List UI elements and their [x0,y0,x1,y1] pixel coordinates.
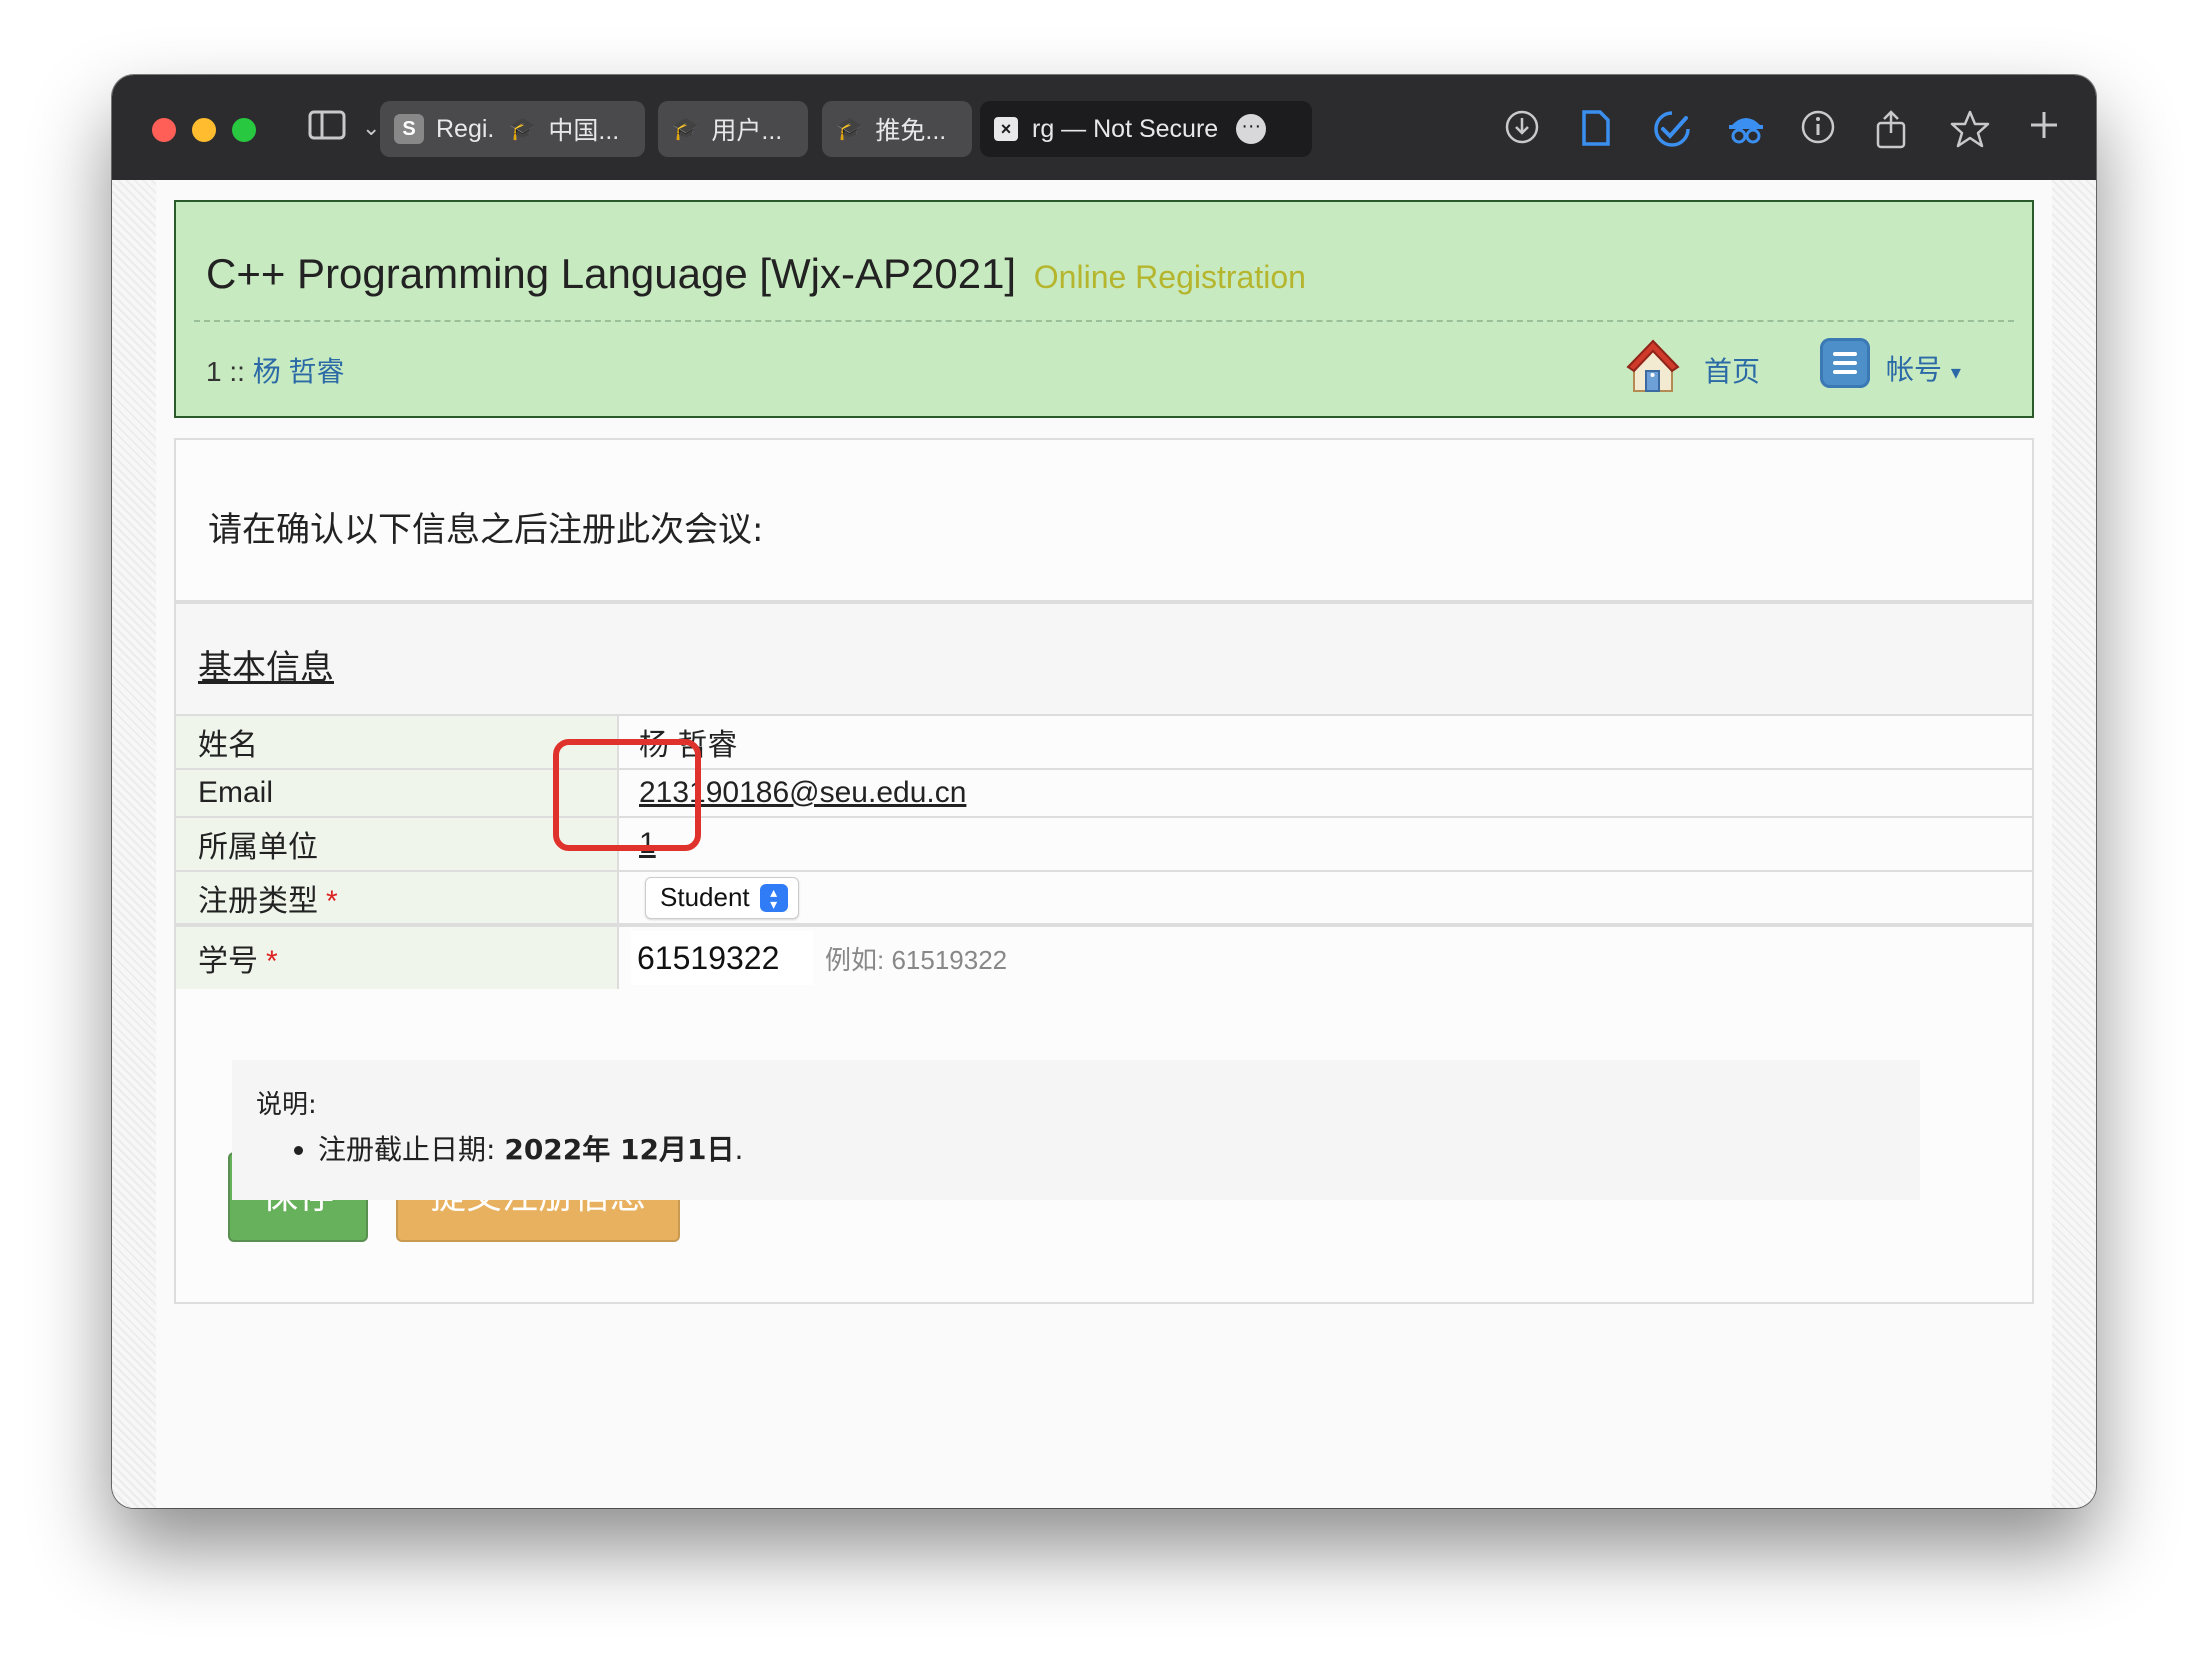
student-id-input[interactable]: 61519322 [631,931,813,985]
notes-title: 说明: [256,1090,317,1120]
table-row: 所属单位 1 [176,816,2032,871]
user-separator: :: [221,356,253,387]
browser-window: ⌄ S Regi... 🎓 中国... 🎓 用户... 🎓 推免... × rg… [112,75,2096,1508]
list-item: 注册截止日期: 2022年 12月1日. [318,1130,743,1170]
tab-active-not-secure[interactable]: × rg — Not Secure ··· [980,101,1312,157]
page-subtitle: Online Registration [1033,259,1306,295]
star-bookmark-icon[interactable] [1950,109,1990,160]
tab-zhongguo[interactable]: 🎓 中国... [495,101,645,157]
extension-spy-icon[interactable] [1726,109,1766,160]
notes-panel: 说明: 注册截止日期: 2022年 12月1日. [232,1060,1920,1200]
close-x-favicon-icon: × [994,117,1018,141]
student-id-example: 例如: 61519322 [825,945,1008,975]
more-options-icon[interactable]: ··· [1236,114,1267,144]
reg-type-label: 注册类型 * [176,870,619,925]
account-dropdown[interactable]: 帐号 ▾ [1886,348,1961,388]
page-body: C++ Programming Language [Wjx-AP2021] On… [156,180,2052,1508]
share-icon[interactable] [1874,109,1908,160]
notes-list: 注册截止日期: 2022年 12月1日. [292,1130,743,1170]
close-window-button[interactable] [152,118,176,142]
user-info: 1 :: 杨 哲睿 [206,350,344,390]
account-menu-icon[interactable] [1820,338,1870,388]
highlight-box [553,739,701,851]
tab-tuimian[interactable]: 🎓 推免... [822,101,972,157]
user-name-link[interactable]: 杨 哲睿 [253,356,345,387]
chevron-down-icon[interactable]: ⌄ [362,109,380,149]
table-row: 注册类型 * Student ▴ ▾ [176,870,2032,925]
graduation-cap-icon: 🎓 [836,116,864,141]
table-row: Email 213190186@seu.edu.cn [176,768,2032,817]
browser-toolbar: ⌄ S Regi... 🎓 中国... 🎓 用户... 🎓 推免... × rg… [112,75,2096,180]
select-arrows-icon: ▴ ▾ [759,883,788,912]
table-row: 学号 * 61519322 例如: 61519322 [176,923,2032,989]
info-icon[interactable] [1800,109,1836,156]
minimize-window-button[interactable] [192,118,216,142]
info-table: 姓名 杨 哲睿 Email 213190186@seu.edu.cn 所属单位 … [176,714,2032,989]
org-label: 所属单位 [176,816,619,871]
user-id: 1 [206,356,222,387]
check-badge-icon[interactable] [1652,109,1692,160]
registration-type-select[interactable]: Student ▴ ▾ [645,876,799,919]
section-title: 基本信息 [198,648,334,688]
zoom-window-button[interactable] [232,118,256,142]
page-title: C++ Programming Language [Wjx-AP2021] On… [206,250,1306,297]
intro-text: 请在确认以下信息之后注册此次会议: [208,510,764,550]
download-icon[interactable] [1504,109,1540,156]
graduation-cap-icon: 🎓 [509,116,537,141]
home-link[interactable]: 首页 [1704,350,1760,390]
name-label: 姓名 [176,714,619,769]
section-header: 基本信息 [176,604,2032,714]
home-house-icon[interactable] [1626,337,1680,395]
web-content: C++ Programming Language [Wjx-AP2021] On… [112,180,2096,1508]
required-asterisk: * [266,945,278,978]
name-value: 杨 哲睿 [618,714,2032,769]
required-asterisk: * [326,884,338,918]
email-label: Email [176,768,619,817]
page-icon[interactable] [1580,109,1612,158]
sidebar-toggle-icon[interactable] [308,109,348,152]
graduation-cap-icon: 🎓 [672,116,700,141]
caret-down-icon: ▾ [1950,360,1961,384]
site-header: C++ Programming Language [Wjx-AP2021] On… [174,200,2034,418]
new-tab-plus-icon[interactable] [2028,109,2060,152]
header-divider [194,320,2014,322]
student-id-label: 学号 * [176,923,619,989]
tab-yonghu[interactable]: 🎓 用户... [658,101,808,157]
table-row: 姓名 杨 哲睿 [176,714,2032,769]
s-favicon-icon: S [394,114,424,144]
